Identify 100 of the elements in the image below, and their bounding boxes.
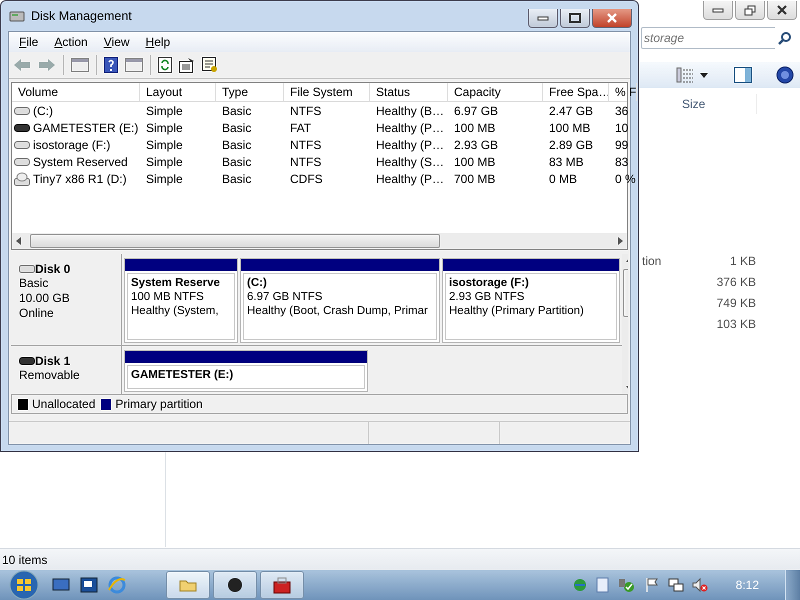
disk-management-icon	[9, 9, 25, 23]
close-button[interactable]	[592, 9, 632, 28]
restore-button[interactable]	[735, 1, 765, 20]
partition-block[interactable]: System Reserve 100 MB NTFS Healthy (System,	[124, 258, 238, 344]
properties-icon[interactable]	[179, 58, 195, 72]
restore-icon	[744, 4, 756, 16]
table-cell: Healthy (P…	[376, 120, 444, 134]
help-icon[interactable]	[776, 66, 794, 84]
view-list-icon[interactable]	[676, 67, 694, 83]
disk-label[interactable]: Disk 1	[35, 354, 70, 368]
document-icon[interactable]	[596, 577, 610, 593]
flag-icon[interactable]	[644, 577, 660, 593]
column-header[interactable]: Layout	[140, 83, 216, 101]
network-icon[interactable]	[668, 577, 684, 593]
table-cell: NTFS	[290, 104, 322, 118]
file-name[interactable]: tion	[642, 254, 662, 268]
drive-name[interactable]: GAMETESTER (E:)	[33, 120, 138, 134]
table-cell: Healthy (S…	[376, 154, 444, 168]
table-cell: Healthy (P…	[376, 138, 444, 152]
partition-block[interactable]: GAMETESTER (E:)	[124, 350, 368, 392]
drive-icon	[14, 156, 30, 166]
column-header[interactable]: Size	[676, 97, 706, 111]
minimize-button[interactable]	[703, 1, 733, 20]
window-title: Disk Management	[31, 9, 132, 23]
search-icon[interactable]	[778, 31, 792, 45]
toolbox-icon	[272, 576, 292, 594]
table-cell: 36	[615, 104, 628, 118]
desktop-icon[interactable]	[52, 577, 70, 593]
caret-icon[interactable]	[700, 72, 708, 78]
table-cell: 100 MB	[549, 120, 590, 134]
minimize-icon	[537, 15, 549, 21]
table-cell: Basic	[222, 154, 252, 168]
menu-item[interactable]: Help	[146, 35, 170, 49]
partition-size: 6.97 GB NTFS	[247, 290, 322, 304]
drive-name[interactable]: (C:)	[33, 104, 53, 118]
file-size: 376 KB	[716, 274, 756, 288]
column-header[interactable]: Type	[216, 83, 284, 101]
table-cell: 99	[615, 138, 628, 152]
file-size: 103 KB	[716, 316, 756, 330]
menu-item[interactable]: Action	[54, 35, 88, 49]
partition-block[interactable]: isostorage (F:) 2.93 GB NTFS Healthy (Primary Partition)	[442, 258, 620, 344]
table-cell: FAT	[290, 120, 312, 134]
network-window-icon[interactable]	[80, 577, 98, 593]
console-tree-icon[interactable]	[71, 58, 89, 72]
drive-name[interactable]: Tiny7 x86 R1 (D:)	[33, 172, 127, 186]
media-task-button[interactable]	[213, 571, 257, 599]
table-cell: NTFS	[290, 138, 322, 152]
table-cell: Basic	[222, 104, 252, 118]
disk-management-task-button[interactable]	[260, 571, 304, 599]
table-cell: 6.97 GB	[454, 104, 498, 118]
drive-name[interactable]: isostorage (F:)	[33, 138, 110, 152]
table-cell: 100 MB	[454, 120, 496, 134]
partition-size: 100 MB NTFS	[131, 290, 204, 304]
maximize-icon	[569, 13, 581, 23]
scroll-right-icon[interactable]	[617, 237, 623, 245]
settings-icon[interactable]	[202, 57, 218, 73]
table-cell: Basic	[222, 120, 252, 134]
drive-name[interactable]: System Reserved	[33, 154, 128, 168]
disk-info: Removable	[19, 368, 81, 384]
partition-name: (C:)	[247, 276, 267, 290]
table-cell: Simple	[146, 154, 183, 168]
table-cell: NTFS	[290, 154, 322, 168]
file-size: 749 KB	[716, 296, 756, 310]
action-pane-icon[interactable]	[125, 58, 143, 72]
column-header[interactable]: Status	[370, 83, 448, 101]
minimize-button[interactable]	[528, 9, 558, 28]
cd-drive-icon	[14, 172, 30, 186]
close-button[interactable]	[767, 1, 797, 20]
close-icon	[606, 13, 618, 23]
help-icon[interactable]	[104, 57, 118, 73]
drive-icon	[14, 122, 30, 132]
table-cell: Simple	[146, 172, 183, 186]
horizontal-scrollbar[interactable]	[12, 233, 627, 249]
search-field[interactable]: storage	[641, 27, 775, 49]
table-cell: CDFS	[290, 172, 323, 186]
column-header[interactable]: % F	[609, 83, 637, 101]
column-header[interactable]: Capacity	[448, 83, 543, 101]
preview-pane-icon[interactable]	[734, 67, 752, 83]
legend-label: Unallocated	[32, 397, 96, 411]
disk-label[interactable]: Disk 0	[35, 262, 70, 276]
column-header[interactable]: Volume	[12, 83, 140, 101]
maximize-button[interactable]	[560, 9, 590, 28]
menu-item[interactable]: File	[19, 35, 38, 49]
refresh-icon[interactable]	[158, 57, 172, 73]
table-cell: Simple	[146, 120, 183, 134]
partition-status: Healthy (Primary Partition)	[449, 304, 584, 318]
muted-speaker-icon[interactable]	[692, 577, 708, 593]
table-cell: Healthy (P…	[376, 172, 444, 186]
menu-item[interactable]: View	[104, 35, 130, 49]
table-cell: 2.89 GB	[549, 138, 594, 152]
show-desktop-button[interactable]	[785, 570, 800, 600]
table-cell: 100 MB	[454, 154, 496, 168]
partition-block[interactable]: (C:) 6.97 GB NTFS Healthy (Boot, Crash Dump, Primar	[240, 258, 440, 344]
disk-info: 10.00 GB	[19, 291, 71, 306]
partition-name: System Reserve	[131, 276, 220, 290]
disk-info: Basic	[19, 276, 50, 291]
partition-name: isostorage (F:)	[449, 276, 529, 290]
file-size: 1 KB	[730, 254, 756, 268]
scroll-left-icon[interactable]	[16, 237, 22, 245]
column-header[interactable]: File System	[284, 83, 370, 101]
